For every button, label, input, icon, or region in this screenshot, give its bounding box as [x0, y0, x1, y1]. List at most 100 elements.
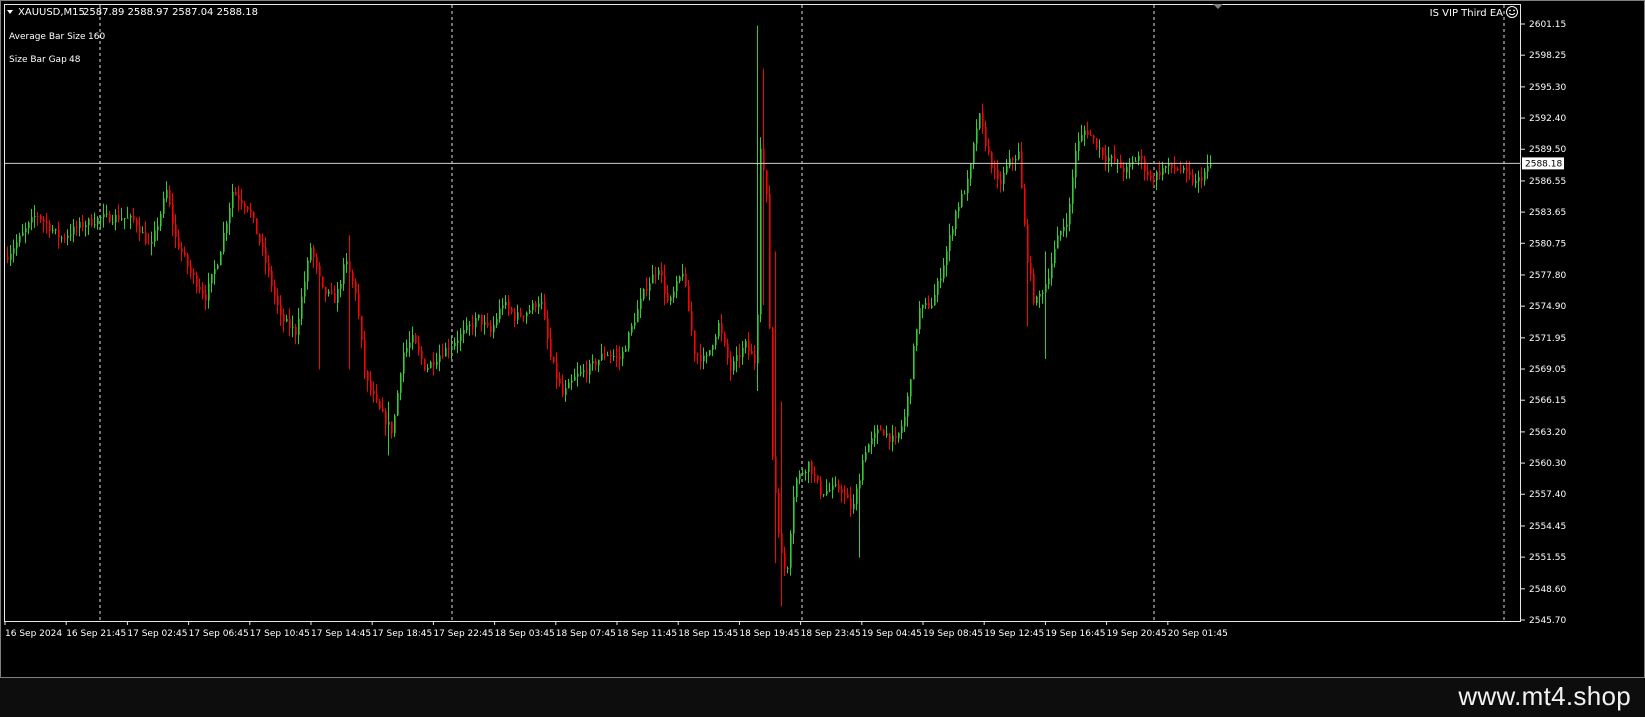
- candle-body: [238, 195, 240, 200]
- candle-body: [133, 215, 135, 221]
- bull-candle: [964, 190, 966, 195]
- candle-body: [595, 361, 597, 366]
- price-tick-label: 2557.40: [1529, 490, 1566, 500]
- candle-body: [310, 247, 312, 261]
- candle-body: [1072, 177, 1074, 204]
- bear-candle: [1147, 164, 1149, 181]
- bear-candle: [253, 211, 255, 224]
- bull-candle: [505, 295, 507, 310]
- price-tick-label: 2601.15: [1529, 20, 1566, 30]
- candle-body: [763, 148, 765, 171]
- bear-candle: [109, 210, 111, 224]
- bear-candle: [748, 331, 750, 360]
- expert-advisor-name: IS VIP Third EA: [1430, 8, 1503, 19]
- candle-body: [694, 330, 696, 355]
- bull-candle: [457, 330, 459, 354]
- candle-body: [400, 373, 402, 393]
- bull-candle: [346, 253, 348, 274]
- candle-body: [130, 215, 132, 218]
- bull-candle: [904, 409, 906, 433]
- candle-body: [7, 257, 9, 260]
- time-axis[interactable]: 16 Sep 2024 16 Sep 21:45 17 Sep 02:45 17 Se…: [4, 621, 1228, 639]
- bear-candle: [382, 397, 384, 413]
- time-tick-label: 19 Sep 20:45: [1107, 629, 1167, 639]
- time-tick-label: 19 Sep 08:45: [923, 629, 983, 639]
- candle-body: [1036, 296, 1038, 303]
- bull-candle: [25, 222, 27, 244]
- price-axis[interactable]: 2601.15 2598.25 2595.30 2592.40 2589.50 2586.…: [1521, 20, 1566, 626]
- candle-body: [841, 489, 843, 494]
- bear-candle: [754, 345, 756, 371]
- candle-body: [319, 265, 321, 277]
- candle-body: [1177, 168, 1179, 171]
- bull-candle: [658, 266, 660, 280]
- bear-candle: [139, 216, 141, 242]
- candle-layer: [7, 25, 1212, 607]
- footer-bar: www.mt4.shop: [0, 678, 1645, 717]
- candle-body: [778, 493, 780, 533]
- time-tick-label: 18 Sep 19:45: [739, 629, 799, 639]
- collapse-triangle-icon[interactable]: [7, 10, 13, 14]
- candle-body: [1210, 164, 1212, 167]
- chart-window[interactable]: XAUUSD,M15 2587.89 2588.97 2587.04 2588.…: [0, 0, 1645, 678]
- candle-body: [25, 228, 27, 233]
- candle-body: [736, 355, 738, 362]
- chart-shift-marker-icon[interactable]: [1213, 4, 1223, 9]
- bull-candle: [787, 566, 789, 574]
- bull-candle: [943, 258, 945, 283]
- candle-body: [1207, 166, 1209, 172]
- candle-body: [919, 308, 921, 330]
- bull-candle: [409, 331, 411, 357]
- bear-candle: [697, 352, 699, 365]
- bull-candle: [142, 226, 144, 234]
- bear-candle: [1120, 154, 1122, 169]
- candle-body: [217, 265, 219, 269]
- candle-body: [418, 343, 420, 351]
- candle-body: [424, 359, 426, 370]
- bear-candle: [751, 343, 753, 355]
- bull-candle: [1210, 155, 1212, 169]
- time-tick-label: 20 Sep 01:45: [1168, 629, 1228, 639]
- bull-candle: [226, 220, 228, 241]
- bear-candle: [1201, 167, 1203, 189]
- bear-candle: [322, 276, 324, 289]
- bull-candle: [70, 223, 72, 241]
- bear-candle: [373, 381, 375, 403]
- bull-candle: [493, 316, 495, 339]
- bull-candle: [862, 454, 864, 485]
- bear-candle: [379, 398, 381, 411]
- bull-candle: [166, 181, 168, 203]
- candle-body: [1159, 171, 1161, 176]
- candle-body: [391, 421, 393, 434]
- bull-candle: [1006, 158, 1008, 175]
- time-tick-label: 17 Sep 22:45: [433, 629, 493, 639]
- candle-body: [751, 350, 753, 355]
- candle-body: [211, 274, 213, 284]
- candle-body: [1150, 175, 1152, 178]
- candle-body: [739, 355, 741, 358]
- candle-body: [43, 219, 45, 222]
- bear-candle: [655, 266, 657, 284]
- bull-candle: [88, 217, 90, 235]
- bull-candle: [232, 183, 234, 218]
- smiley-face-icon[interactable]: [1506, 6, 1518, 18]
- candle-body: [1153, 177, 1155, 181]
- bear-candle: [616, 345, 618, 368]
- candle-body: [802, 473, 804, 475]
- candle-body: [565, 388, 567, 396]
- bull-candle: [871, 431, 873, 455]
- svg-text:2588.18: 2588.18: [1525, 159, 1562, 169]
- bear-candle: [544, 293, 546, 321]
- candle-body: [226, 223, 228, 233]
- bull-candle: [715, 333, 717, 350]
- bull-candle: [1168, 157, 1170, 175]
- candle-body: [1138, 155, 1140, 161]
- candle-body: [799, 473, 801, 480]
- bull-candle: [130, 213, 132, 230]
- bear-candle: [355, 278, 357, 301]
- bull-candle: [478, 314, 480, 321]
- candle-body: [526, 312, 528, 317]
- bull-candle: [1078, 132, 1080, 161]
- candle-body: [1087, 130, 1089, 135]
- candlestick-chart[interactable]: XAUUSD,M15 2587.89 2588.97 2587.04 2588.…: [0, 0, 1645, 678]
